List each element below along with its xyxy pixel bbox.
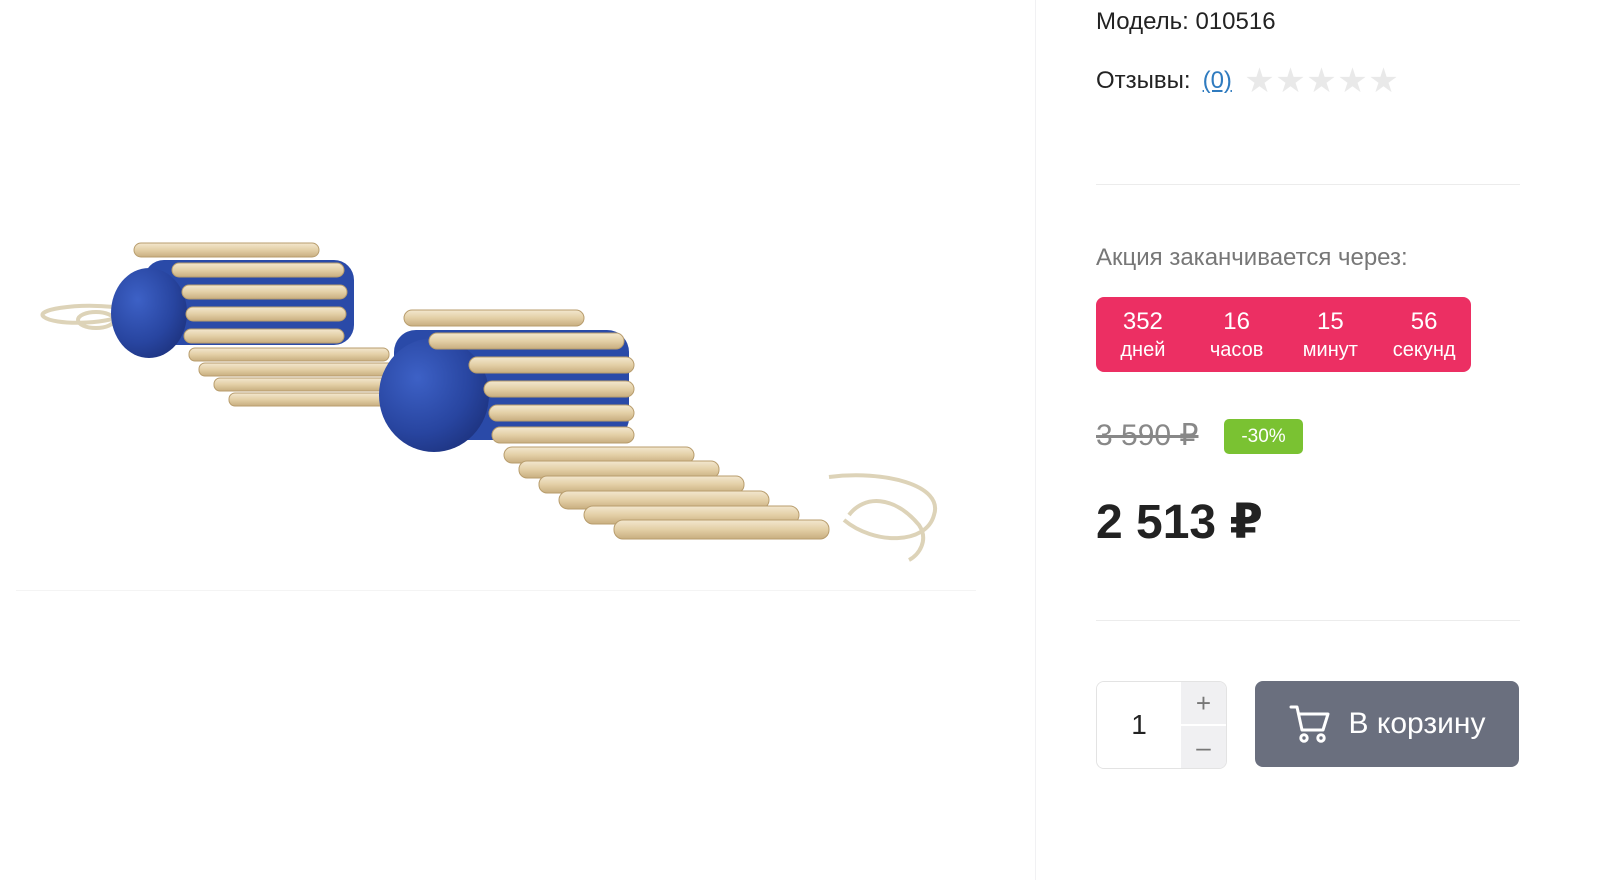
countdown-hours: 16 часов — [1193, 307, 1281, 363]
countdown-seconds: 56 секунд — [1380, 307, 1468, 363]
discount-badge: -30% — [1224, 419, 1303, 454]
star-icon[interactable]: ★ — [1306, 64, 1337, 98]
countdown-value: 15 — [1317, 307, 1344, 335]
model-value: 010516 — [1195, 8, 1276, 35]
quantity-decrease-button[interactable]: – — [1181, 726, 1226, 768]
countdown-days: 352 дней — [1099, 307, 1187, 363]
quantity-increase-button[interactable]: + — [1181, 682, 1226, 726]
model-row: Модель: 010516 — [1096, 8, 1276, 36]
countdown-value: 16 — [1223, 307, 1250, 335]
star-icon[interactable]: ★ — [1337, 64, 1368, 98]
reviews-count-link[interactable]: (0) — [1203, 67, 1232, 95]
current-price: 2 513 ₽ — [1096, 496, 1263, 549]
rating-stars[interactable]: ★ ★ ★ ★ ★ — [1244, 64, 1399, 98]
countdown-unit: дней — [1120, 338, 1166, 361]
divider — [1096, 620, 1520, 621]
promo-label: Акция заканчивается через: — [1096, 244, 1408, 271]
countdown-value: 352 — [1122, 307, 1163, 335]
model-label: Модель: — [1096, 8, 1189, 35]
divider — [1096, 184, 1520, 185]
add-to-cart-label: В корзину — [1348, 707, 1486, 740]
quantity-buttons: + – — [1181, 682, 1226, 768]
quantity-stepper: + – — [1096, 681, 1227, 769]
countdown-value: 56 — [1410, 307, 1438, 335]
star-icon[interactable]: ★ — [1275, 64, 1306, 98]
cart-icon — [1289, 705, 1330, 743]
reviews-row: Отзывы: (0) ★ ★ ★ ★ ★ — [1096, 64, 1399, 98]
countdown-timer: 352 дней 16 часов 15 минут 56 секунд — [1096, 297, 1471, 372]
countdown-unit: часов — [1209, 338, 1264, 361]
star-icon[interactable]: ★ — [1244, 64, 1275, 98]
add-to-cart-button[interactable]: В корзину — [1255, 681, 1519, 767]
product-gallery — [0, 0, 1035, 880]
old-price: 3 590 ₽ — [1096, 419, 1199, 452]
star-icon[interactable]: ★ — [1368, 64, 1399, 98]
countdown-unit: минут — [1302, 338, 1358, 361]
product-image[interactable] — [14, 215, 974, 595]
quantity-input[interactable] — [1097, 682, 1181, 768]
product-page: Модель: 010516 Отзывы: (0) ★ ★ ★ ★ ★ Акц… — [0, 0, 1602, 880]
countdown-unit: секунд — [1392, 338, 1456, 361]
column-divider — [1035, 0, 1036, 880]
image-divider — [16, 590, 976, 591]
reviews-label: Отзывы: — [1096, 67, 1191, 94]
countdown-minutes: 15 минут — [1286, 307, 1374, 363]
